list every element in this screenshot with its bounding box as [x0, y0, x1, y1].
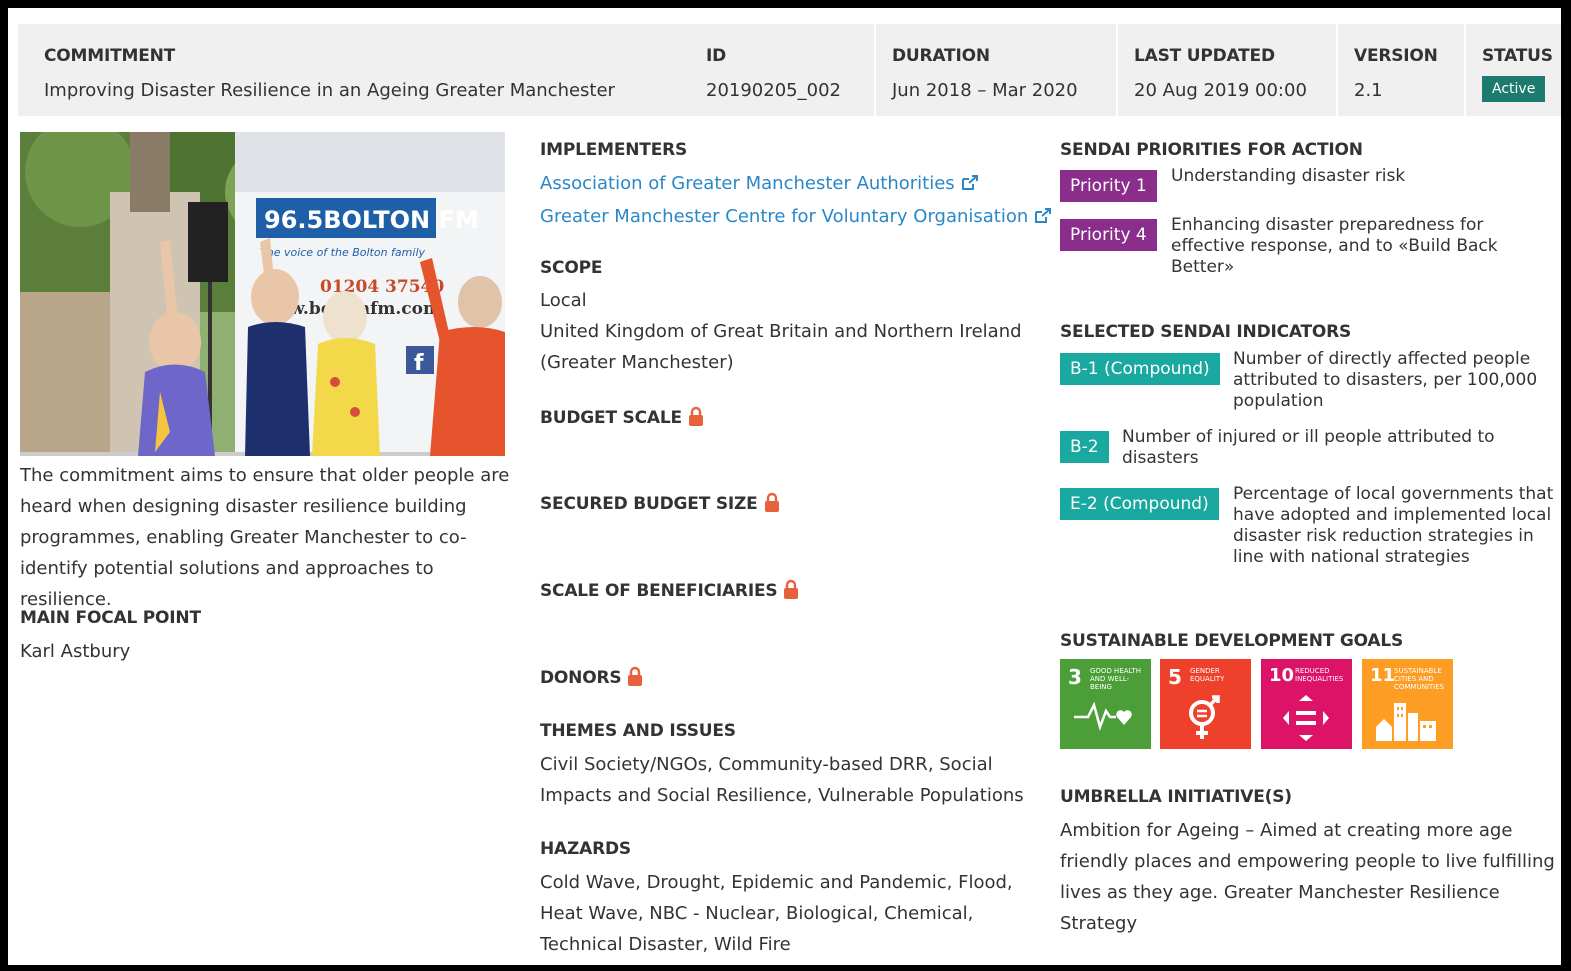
sdg-title: Gender equality [1190, 667, 1225, 683]
implementer-link-agma[interactable]: Association of Greater Manchester Author… [540, 168, 1052, 201]
scope-country: United Kingdom of Great Britain and Nort… [540, 321, 1022, 342]
gender-equality-icon [1189, 695, 1220, 739]
version-label: VERSION [1354, 46, 1438, 66]
lock-icon [688, 406, 704, 431]
implementer-link-label: Association of Greater Manchester Author… [540, 173, 955, 194]
sdg-label: SUSTAINABLE DEVELOPMENT GOALS [1060, 631, 1404, 651]
header-version: VERSION 2.1 [1336, 24, 1464, 116]
priority-text: Understanding disaster risk [1171, 166, 1406, 186]
scope-label: SCOPE [540, 258, 603, 278]
secured-budget-label: SECURED BUDGET SIZE [540, 494, 758, 514]
budget-scale-label: BUDGET SCALE [540, 408, 682, 428]
indicator-text: Number of injured or ill people attribut… [1122, 427, 1495, 468]
banner-subtext: The voice of the Bolton family [260, 246, 425, 259]
commitment-description: The commitment aims to ensure that older… [20, 465, 510, 610]
priority-row: Priority 4 Enhancing disaster preparedne… [1060, 215, 1555, 289]
indicator-text: Number of directly affected people attri… [1233, 349, 1538, 411]
scope-values: Local United Kingdom of Great Britain an… [540, 285, 1022, 378]
commitment-page: COMMITMENT Improving Disaster Resilience… [8, 8, 1561, 965]
heartbeat-icon [1074, 701, 1132, 732]
hazards-value: Cold Wave, Drought, Epidemic and Pandemi… [540, 872, 1013, 955]
commitment-title: Improving Disaster Resilience in an Agei… [44, 80, 615, 101]
indicator-badge[interactable]: B-1 (Compound) [1060, 353, 1220, 385]
commitment-header: COMMITMENT Improving Disaster Resilience… [18, 24, 1561, 116]
hazards-label: HAZARDS [540, 839, 631, 859]
main-focal-point-value: Karl Astbury [20, 641, 131, 662]
banner-text: 96.5BOLTON FM [264, 206, 479, 234]
commitment-photo: 96.5BOLTON FM The voice of the Bolton fa… [20, 132, 505, 456]
indicator-row: B-2 Number of injured or ill people attr… [1060, 427, 1555, 481]
lock-icon [764, 492, 780, 517]
header-status: STATUS Active [1464, 24, 1561, 116]
inequality-arrows-icon [1283, 695, 1329, 741]
secured-budget-row: SECURED BUDGET SIZE [540, 492, 780, 517]
indicator-badge[interactable]: B-2 [1060, 431, 1109, 463]
beneficiaries-label: SCALE OF BENEFICIARIES [540, 581, 778, 601]
implementer-link-label: Greater Manchester Centre for Voluntary … [540, 206, 1029, 227]
external-link-icon [1034, 203, 1052, 234]
lock-icon [783, 579, 799, 604]
sendai-indicators-label: SELECTED SENDAI INDICATORS [1060, 322, 1352, 342]
scope-level: Local [540, 290, 587, 311]
header-commitment: COMMITMENT Improving Disaster Resilience… [18, 24, 688, 116]
implementer-link-gmcvo[interactable]: Greater Manchester Centre for Voluntary … [540, 201, 1052, 234]
status-badge: Active [1482, 76, 1546, 102]
indicator-text: Percentage of local governments that hav… [1233, 484, 1554, 567]
sdg-tile-3[interactable]: 3 Good health and well-being [1060, 659, 1151, 749]
sendai-priorities-label: SENDAI PRIORITIES FOR ACTION [1060, 140, 1363, 160]
header-last-updated: LAST UPDATED 20 Aug 2019 00:00 [1116, 24, 1336, 116]
donors-row: DONORS [540, 666, 643, 691]
umbrella-initiative-label: UMBRELLA INITIATIVE(S) [1060, 787, 1292, 807]
version-value: 2.1 [1354, 80, 1383, 101]
sdg-number: 10 [1269, 665, 1295, 686]
duration-label: DURATION [892, 46, 990, 66]
themes-label: THEMES AND ISSUES [540, 721, 736, 741]
id-value: 20190205_002 [706, 80, 841, 101]
indicator-badge[interactable]: E-2 (Compound) [1060, 488, 1219, 520]
sdg-tile-10[interactable]: 10 Reduced inequalities [1261, 659, 1352, 749]
commitment-label: COMMITMENT [44, 46, 176, 66]
budget-scale-row: BUDGET SCALE [540, 406, 704, 431]
sdg-title: Reduced inequalities [1295, 667, 1344, 683]
sdg-tiles: 3 Good health and well-being 5 Gender eq… [1060, 659, 1460, 749]
photo-illustration: 96.5BOLTON FM The voice of the Bolton fa… [20, 132, 505, 456]
sdg-number: 3 [1068, 665, 1082, 689]
beneficiaries-row: SCALE OF BENEFICIARIES [540, 579, 799, 604]
sdg-number: 5 [1168, 665, 1182, 689]
priority-text: Enhancing disaster preparedness for effe… [1171, 215, 1498, 277]
umbrella-initiative-value: Ambition for Ageing – Aimed at creating … [1060, 820, 1555, 934]
priority-badge[interactable]: Priority 1 [1060, 170, 1157, 202]
themes-value: Civil Society/NGOs, Community-based DRR,… [540, 754, 1024, 806]
last-updated-label: LAST UPDATED [1134, 46, 1275, 66]
lock-icon [627, 666, 643, 691]
city-buildings-icon [1376, 703, 1436, 741]
donors-label: DONORS [540, 668, 622, 688]
priority-badge[interactable]: Priority 4 [1060, 219, 1157, 251]
sdg-tile-11[interactable]: 11 Sustainable cities and communities [1362, 659, 1453, 749]
id-label: ID [706, 46, 727, 66]
status-label: STATUS [1482, 46, 1553, 66]
sdg-number: 11 [1370, 665, 1396, 686]
sdg-title: Good health and well-being [1090, 667, 1142, 691]
last-updated-value: 20 Aug 2019 00:00 [1134, 80, 1307, 101]
indicator-row: B-1 (Compound) Number of directly affect… [1060, 349, 1555, 423]
duration-value: Jun 2018 – Mar 2020 [892, 80, 1078, 101]
sdg-tile-5[interactable]: 5 Gender equality [1160, 659, 1251, 749]
main-focal-point-label: MAIN FOCAL POINT [20, 608, 201, 628]
sdg-title: Sustainable cities and communities [1394, 667, 1445, 691]
indicator-row: E-2 (Compound) Percentage of local gover… [1060, 484, 1555, 598]
external-link-icon [961, 170, 979, 201]
header-id: ID 20190205_002 [688, 24, 874, 116]
svg-text:f: f [414, 351, 424, 376]
priority-row: Priority 1 Understanding disaster risk [1060, 166, 1555, 210]
scope-region: (Greater Manchester) [540, 352, 734, 373]
implementers-list: Association of Greater Manchester Author… [540, 168, 1052, 234]
implementers-label: IMPLEMENTERS [540, 140, 688, 160]
header-duration: DURATION Jun 2018 – Mar 2020 [874, 24, 1116, 116]
